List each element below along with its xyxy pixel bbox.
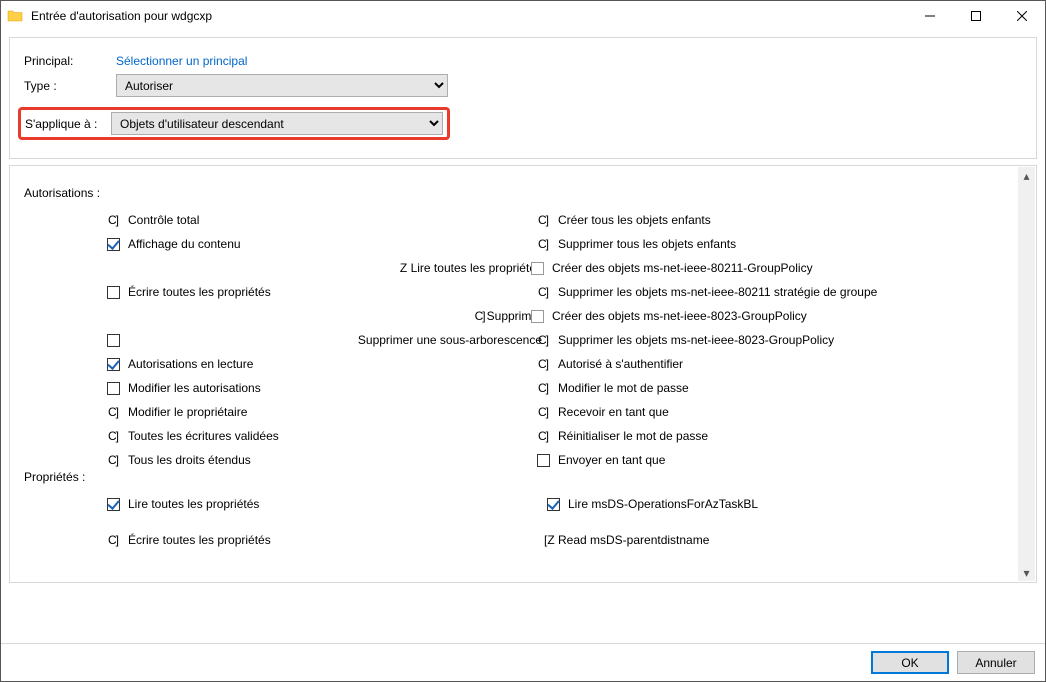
checkbox-icon <box>107 238 120 251</box>
window-title: Entrée d'autorisation pour wdgcxp <box>31 9 212 23</box>
checkbox-icon <box>531 262 544 275</box>
checkbox-icon <box>107 334 120 347</box>
principal-label: Principal: <box>24 54 116 68</box>
prop-item[interactable]: Lire msDS-OperationsForAzTaskBL <box>544 492 984 516</box>
permissions-grid: C]Contrôle total Affichage du contenu Z … <box>104 208 1022 466</box>
checkbox-icon <box>107 286 120 299</box>
checkbox-icon <box>537 454 550 467</box>
perm-item[interactable]: C]Modifier le mot de passe <box>534 376 974 400</box>
perm-item[interactable]: Z Lire toutes les propriétés <box>104 256 544 280</box>
perm-item[interactable]: C]Supprimer tous les objets enfants <box>534 232 974 256</box>
prop-item[interactable]: C]Écrire toutes les propriétés <box>104 528 544 552</box>
perm-item[interactable]: C]Créer tous les objets enfants <box>534 208 974 232</box>
perm-item[interactable]: Modifier les autorisations <box>104 376 544 400</box>
prop-item[interactable]: [Z Read msDS-parentdistname <box>544 528 984 552</box>
checkbox-icon <box>107 498 120 511</box>
select-principal-link[interactable]: Sélectionner un principal <box>116 54 247 68</box>
perm-item[interactable]: C]Supprimer les objets ms-net-ieee-80211… <box>534 280 974 304</box>
perm-item[interactable]: Affichage du contenu <box>104 232 544 256</box>
perm-item[interactable]: C] Supprimer <box>104 304 544 328</box>
folder-icon <box>7 8 23 24</box>
perm-item[interactable]: Autorisations en lecture <box>104 352 544 376</box>
perm-item[interactable]: Écrire toutes les propriétés <box>104 280 544 304</box>
cancel-button[interactable]: Annuler <box>957 651 1035 674</box>
prop-item[interactable]: Lire toutes les propriétés <box>104 492 544 516</box>
dialog-footer: OK Annuler <box>1 643 1045 681</box>
perm-item[interactable]: Envoyer en tant que <box>534 448 974 472</box>
minimize-button[interactable] <box>907 1 953 31</box>
permissions-section-label: Autorisations : <box>24 186 1022 200</box>
properties-section-label: Propriétés : <box>24 470 1022 484</box>
perm-item[interactable]: Supprimer une sous-arborescence <box>104 328 544 352</box>
perm-item[interactable]: C]Tous les droits étendus <box>104 448 544 472</box>
checkbox-icon <box>531 310 544 323</box>
title-bar: Entrée d'autorisation pour wdgcxp <box>1 1 1045 31</box>
checkbox-icon <box>107 382 120 395</box>
perm-item[interactable]: C]Contrôle total <box>104 208 544 232</box>
perm-item[interactable]: C]Autorisé à s'authentifier <box>534 352 974 376</box>
perm-item[interactable]: C]Réinitialiser le mot de passe <box>534 424 974 448</box>
scrollbar[interactable]: ▴ ▾ <box>1018 167 1035 581</box>
checkbox-icon <box>107 358 120 371</box>
properties-grid: Lire toutes les propriétés Lire msDS-Ope… <box>104 492 1022 552</box>
close-button[interactable] <box>999 1 1045 31</box>
perm-item[interactable]: C]Supprimer les objets ms-net-ieee-8023-… <box>534 328 974 352</box>
checkbox-icon <box>547 498 560 511</box>
permissions-panel: Autorisations : C]Contrôle total Afficha… <box>9 165 1037 583</box>
perm-item[interactable]: C]Modifier le propriétaire <box>104 400 544 424</box>
ok-button[interactable]: OK <box>871 651 949 674</box>
applies-to-select[interactable]: Objets d'utilisateur descendant <box>111 112 443 135</box>
scroll-up-icon[interactable]: ▴ <box>1018 167 1035 184</box>
perm-item[interactable]: Créer des objets ms-net-ieee-8023-GroupP… <box>534 304 974 328</box>
type-select[interactable]: Autoriser <box>116 74 448 97</box>
perm-item[interactable]: Créer des objets ms-net-ieee-80211-Group… <box>534 256 974 280</box>
perm-item[interactable]: C]Toutes les écritures validées <box>104 424 544 448</box>
scroll-down-icon[interactable]: ▾ <box>1018 564 1035 581</box>
perm-item[interactable]: C]Recevoir en tant que <box>534 400 974 424</box>
principal-panel: Principal: Sélectionner un principal Typ… <box>9 37 1037 159</box>
maximize-button[interactable] <box>953 1 999 31</box>
applies-to-highlight: S'applique à : Objets d'utilisateur desc… <box>18 107 450 140</box>
applies-to-label: S'applique à : <box>25 117 111 131</box>
type-label: Type : <box>24 79 116 93</box>
